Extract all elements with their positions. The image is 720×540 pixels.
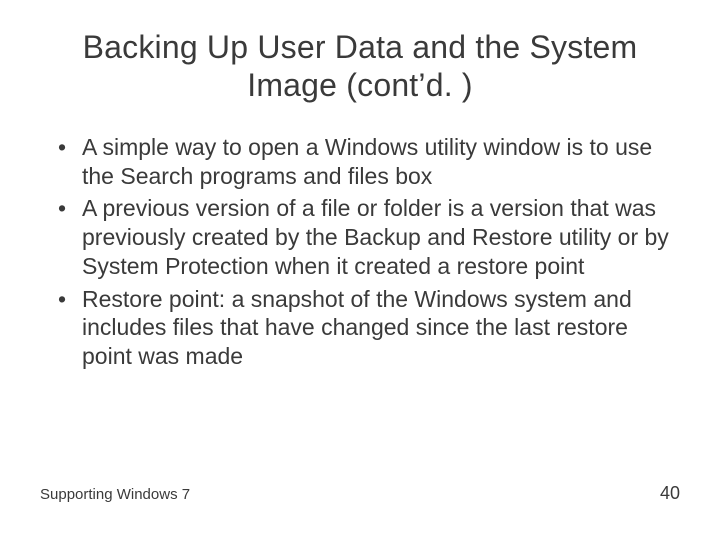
slide-title: Backing Up User Data and the System Imag… (40, 28, 680, 105)
page-number: 40 (660, 483, 680, 504)
footer: Supporting Windows 7 40 (40, 483, 680, 504)
slide: Backing Up User Data and the System Imag… (0, 0, 720, 540)
list-item: A previous version of a file or folder i… (58, 194, 680, 280)
list-item: A simple way to open a Windows utility w… (58, 133, 680, 191)
footer-source: Supporting Windows 7 (40, 486, 190, 503)
list-item: Restore point: a snapshot of the Windows… (58, 285, 680, 371)
bullet-list: A simple way to open a Windows utility w… (40, 133, 680, 371)
